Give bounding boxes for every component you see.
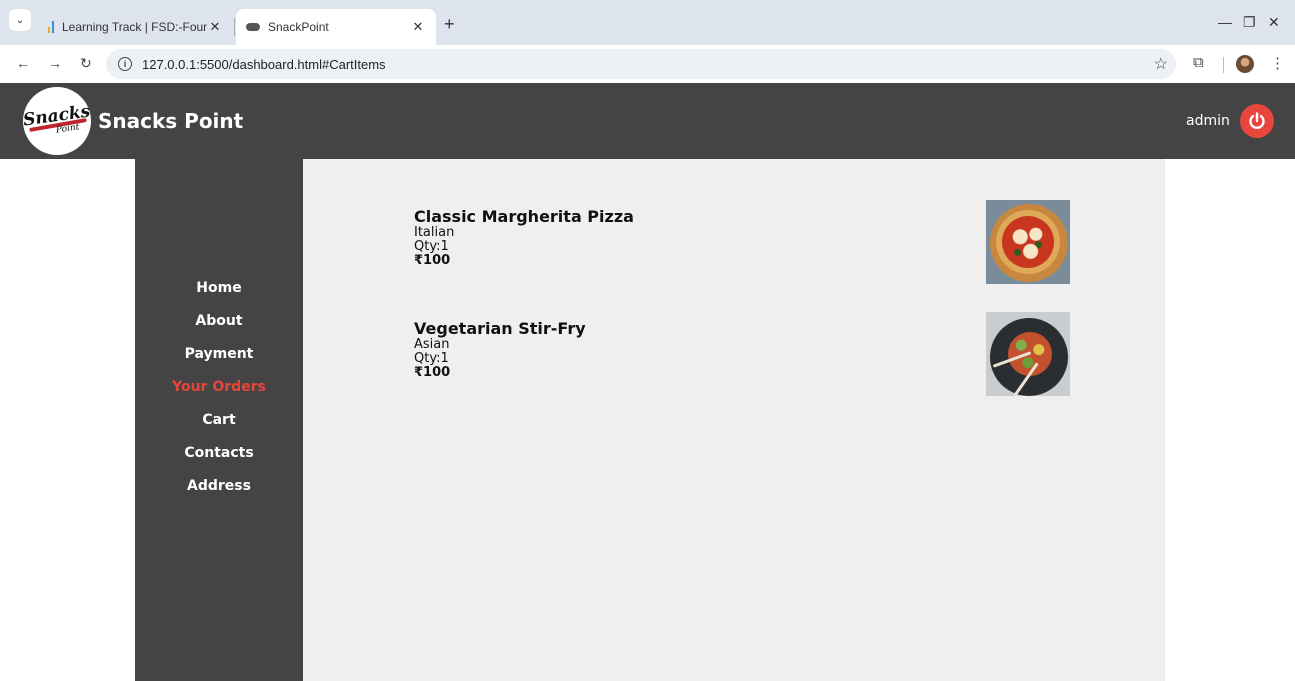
forward-arrow-icon[interactable]: → — [48, 55, 62, 71]
restore-icon[interactable]: ❐ — [1243, 14, 1256, 31]
sidebar-item-your-orders[interactable]: Your Orders — [135, 370, 303, 403]
browser-tab-bar: ⌄ Learning Track | FSD:-Foundatio ✕ Snac… — [0, 0, 1295, 45]
pizza-image — [986, 200, 1070, 284]
snacks-point-logo[interactable]: Snacks Point — [23, 87, 91, 155]
sidebar-item-cart[interactable]: Cart — [135, 403, 303, 436]
sidebar-item-about[interactable]: About — [135, 304, 303, 337]
cart-item: Classic Margherita Pizza Italian Qty:1 ₹… — [414, 200, 1074, 297]
snackpoint-favicon-icon — [246, 23, 260, 31]
browser-tab-snackpoint[interactable]: SnackPoint ✕ — [236, 9, 436, 45]
profile-avatar[interactable] — [1236, 55, 1254, 73]
sidebar-item-home[interactable]: Home — [135, 271, 303, 304]
cart-item: Vegetarian Stir-Fry Asian Qty:1 ₹100 — [414, 312, 1074, 409]
item-cuisine: Italian — [414, 225, 455, 240]
sidebar-nav: Home About Payment Your Orders Cart Cont… — [135, 271, 303, 502]
item-quantity: Qty:1 — [414, 351, 449, 366]
browser-tab-learning-track[interactable]: Learning Track | FSD:-Foundatio ✕ — [38, 9, 233, 45]
app-header: Snacks Point Snacks Point admin — [0, 83, 1295, 159]
cart-items-panel: Classic Margherita Pizza Italian Qty:1 ₹… — [303, 159, 1165, 681]
stir-fry-image — [986, 312, 1070, 396]
learning-track-favicon-icon — [48, 21, 54, 33]
chevron-down-icon: ⌄ — [15, 14, 25, 26]
tab-separator — [234, 18, 235, 36]
logo-subtext: Point — [55, 122, 81, 136]
toolbar-divider — [1223, 57, 1224, 73]
item-quantity: Qty:1 — [414, 239, 449, 254]
item-name: Classic Margherita Pizza — [414, 207, 634, 226]
tab-title: SnackPoint — [268, 20, 329, 34]
browser-toolbar: ← → ↻ i 127.0.0.1:5500/dashboard.html#Ca… — [0, 45, 1295, 83]
window-close-icon[interactable]: ✕ — [1268, 14, 1280, 31]
sidebar: Home About Payment Your Orders Cart Cont… — [135, 159, 303, 681]
extensions-puzzle-icon[interactable]: ⧉ — [1193, 54, 1204, 71]
new-tab-icon[interactable]: + — [444, 14, 455, 35]
close-tab-icon[interactable]: ✕ — [410, 19, 426, 35]
address-bar[interactable]: i 127.0.0.1:5500/dashboard.html#CartItem… — [106, 49, 1176, 79]
power-icon — [1249, 112, 1265, 130]
minimize-icon[interactable]: — — [1218, 14, 1232, 30]
sidebar-item-contacts[interactable]: Contacts — [135, 436, 303, 469]
item-name: Vegetarian Stir-Fry — [414, 319, 586, 338]
item-price: ₹100 — [414, 365, 451, 380]
tab-list-button[interactable]: ⌄ — [9, 9, 31, 31]
url-text: 127.0.0.1:5500/dashboard.html#CartItems — [142, 56, 386, 72]
sidebar-item-address[interactable]: Address — [135, 469, 303, 502]
tab-title: Learning Track | FSD:-Foundatio — [62, 20, 207, 34]
reload-icon[interactable]: ↻ — [80, 55, 92, 72]
username-label: admin — [1186, 113, 1230, 129]
sidebar-item-payment[interactable]: Payment — [135, 337, 303, 370]
site-title: Snacks Point — [98, 109, 244, 133]
close-tab-icon[interactable]: ✕ — [207, 19, 223, 35]
item-cuisine: Asian — [414, 337, 450, 352]
site-info-icon[interactable]: i — [118, 57, 132, 71]
bookmark-star-icon[interactable]: ☆ — [1154, 54, 1168, 74]
kebab-menu-icon[interactable]: ⋮ — [1270, 54, 1285, 72]
logout-button[interactable] — [1240, 104, 1274, 138]
back-arrow-icon[interactable]: ← — [16, 55, 30, 71]
item-price: ₹100 — [414, 253, 451, 268]
